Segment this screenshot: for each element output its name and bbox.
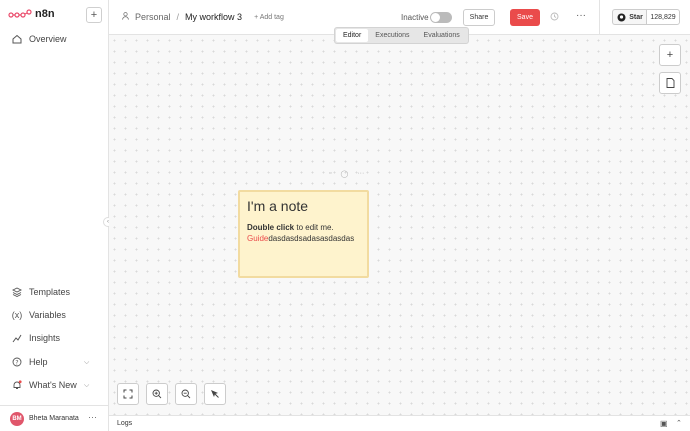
star-label: Star bbox=[629, 13, 643, 21]
active-toggle[interactable] bbox=[430, 12, 452, 23]
sidebar-item-label: Variables bbox=[29, 310, 66, 320]
sidebar-item-label: Insights bbox=[29, 333, 61, 343]
history-icon[interactable] bbox=[550, 12, 559, 23]
delete-icon[interactable]: ▫ bbox=[329, 170, 331, 178]
fit-view-button[interactable] bbox=[117, 383, 139, 405]
note-body: Double click to edit me. Guidedasdasdsad… bbox=[247, 222, 360, 244]
header-divider bbox=[599, 0, 600, 35]
zoom-in-icon bbox=[152, 389, 162, 399]
svg-text:?: ? bbox=[15, 359, 18, 366]
note-guide-link[interactable]: Guide bbox=[247, 234, 268, 243]
cursor-icon bbox=[211, 390, 219, 398]
n8n-logo[interactable]: n8n bbox=[8, 8, 55, 20]
tab-executions[interactable]: Executions bbox=[368, 29, 416, 42]
user-menu[interactable]: BM Bheta Maranata ··· bbox=[0, 405, 109, 431]
zoom-in-button[interactable] bbox=[146, 383, 168, 405]
zoom-out-button[interactable] bbox=[175, 383, 197, 405]
sidebar-item-templates[interactable]: Templates bbox=[12, 287, 70, 297]
star-count[interactable]: 128,829 bbox=[646, 9, 680, 25]
workflow-name[interactable]: My workflow 3 bbox=[185, 12, 242, 22]
active-status-label: Inactive bbox=[401, 13, 429, 22]
add-node-button[interactable]: + bbox=[659, 44, 681, 66]
note-title: I'm a note bbox=[247, 198, 309, 214]
color-icon[interactable]: ◯ bbox=[340, 170, 348, 178]
more-options-button[interactable]: ··· bbox=[576, 10, 586, 21]
tab-evaluations[interactable]: Evaluations bbox=[417, 29, 467, 42]
popout-icon[interactable]: ▣ bbox=[660, 419, 668, 428]
sidebar: n8n + Overview Templates (x) Variables I… bbox=[0, 0, 113, 431]
zoom-out-icon bbox=[181, 389, 191, 399]
sidebar-item-whats-new[interactable]: What's New bbox=[12, 380, 77, 390]
bell-icon bbox=[12, 380, 22, 390]
sidebar-item-overview[interactable]: Overview bbox=[12, 34, 67, 44]
sidebar-item-insights[interactable]: Insights bbox=[12, 333, 60, 343]
create-button[interactable]: + bbox=[86, 7, 102, 23]
templates-icon bbox=[12, 287, 22, 297]
user-icon bbox=[122, 12, 129, 22]
sidebar-item-label: What's New bbox=[29, 380, 77, 390]
app-name: n8n bbox=[35, 8, 55, 20]
logs-label: Logs bbox=[117, 420, 133, 427]
logs-panel-bar[interactable]: Logs ▣ ⌃ bbox=[109, 415, 690, 431]
chevron-up-icon[interactable]: ⌃ bbox=[676, 419, 682, 427]
github-icon bbox=[617, 13, 626, 21]
variables-icon: (x) bbox=[11, 310, 23, 320]
add-tag-button[interactable]: + Add tag bbox=[254, 14, 284, 21]
more-icon[interactable]: ··· bbox=[357, 170, 364, 178]
chevron-down-icon: ⌵ bbox=[84, 382, 90, 389]
sidebar-item-help[interactable]: ? Help bbox=[12, 357, 48, 367]
breadcrumb: Personal / My workflow 3 + Add tag bbox=[122, 12, 284, 22]
view-tabs: Editor Executions Evaluations bbox=[334, 27, 469, 44]
github-star-button[interactable]: Star bbox=[612, 9, 647, 25]
sticky-note-button[interactable] bbox=[659, 72, 681, 94]
note-link-text: dasdasdsadasasdasdas bbox=[268, 234, 355, 243]
help-icon: ? bbox=[12, 357, 22, 367]
avatar: BM bbox=[10, 411, 24, 426]
sticky-note[interactable]: I'm a note Double click to edit me. Guid… bbox=[238, 190, 369, 278]
sidebar-item-label: Help bbox=[29, 357, 48, 367]
chevron-down-icon: ⌵ bbox=[84, 359, 90, 366]
note-toolbar: ▫ ◯ ··· bbox=[329, 170, 364, 178]
home-icon bbox=[12, 34, 22, 44]
sidebar-item-label: Templates bbox=[29, 287, 71, 297]
note-body-text: to edit me. bbox=[294, 223, 334, 232]
tab-editor[interactable]: Editor bbox=[336, 29, 369, 42]
project-link[interactable]: Personal bbox=[135, 12, 171, 22]
note-icon bbox=[666, 78, 674, 88]
note-body-bold: Double click bbox=[247, 223, 295, 232]
sidebar-item-variables[interactable]: (x) Variables bbox=[12, 310, 66, 320]
insights-icon bbox=[12, 333, 22, 343]
share-button[interactable]: Share bbox=[463, 9, 495, 26]
workflow-canvas[interactable]: + ▫ ◯ ··· I'm a note Double click to edi… bbox=[109, 35, 690, 415]
toggle-knob bbox=[431, 13, 440, 22]
user-name: Bheta Maranata bbox=[29, 415, 79, 422]
n8n-logo-icon bbox=[8, 9, 32, 18]
fit-view-icon bbox=[123, 389, 133, 399]
breadcrumb-separator: / bbox=[176, 12, 180, 22]
canvas-controls bbox=[117, 383, 226, 405]
save-button[interactable]: Save bbox=[510, 9, 540, 26]
more-icon[interactable]: ··· bbox=[88, 412, 97, 422]
tidy-up-button[interactable] bbox=[204, 383, 226, 405]
sidebar-item-label: Overview bbox=[29, 34, 67, 44]
